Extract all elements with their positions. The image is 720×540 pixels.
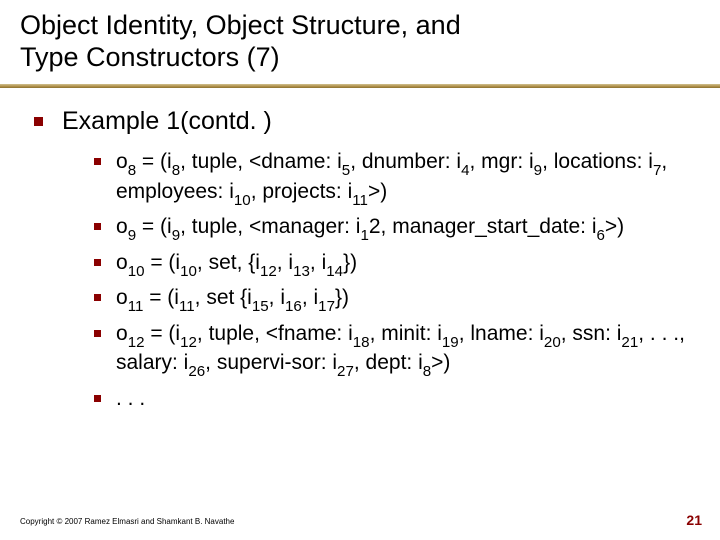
square-bullet-icon (94, 223, 101, 230)
item-text: o8 = (i8, tuple, <dname: i5, dnumber: i4… (116, 150, 667, 203)
square-bullet-icon (94, 158, 101, 165)
level2-list: o8 = (i8, tuple, <dname: i5, dnumber: i4… (62, 149, 700, 413)
level2-item: . . . (94, 386, 700, 413)
square-bullet-icon (94, 259, 101, 266)
level1-heading: Example 1(contd. ) (62, 107, 272, 135)
level2-item: o8 = (i8, tuple, <dname: i5, dnumber: i4… (94, 149, 700, 208)
square-bullet-icon (94, 330, 101, 337)
item-text: o9 = (i9, tuple, <manager: i12, manager_… (116, 215, 624, 238)
level2-item: o12 = (i12, tuple, <fname: i18, minit: i… (94, 321, 700, 380)
separator-bar (0, 84, 720, 88)
title-line-2: Type Constructors (7) (20, 42, 280, 72)
slide: Object Identity, Object Structure, and T… (0, 0, 720, 540)
item-text: o10 = (i10, set, {i12, i13, i14}) (116, 251, 357, 274)
level2-item: o9 = (i9, tuple, <manager: i12, manager_… (94, 214, 700, 244)
body-area: Example 1(contd. ) o8 = (i8, tuple, <dna… (0, 106, 720, 413)
item-text: . . . (116, 387, 145, 410)
square-bullet-icon (94, 395, 101, 402)
level1-list: Example 1(contd. ) o8 = (i8, tuple, <dna… (34, 106, 700, 413)
square-bullet-icon (94, 294, 101, 301)
title-area: Object Identity, Object Structure, and T… (0, 0, 720, 82)
slide-title: Object Identity, Object Structure, and T… (20, 10, 700, 74)
item-text: o11 = (i11, set {i15, i16, i17}) (116, 286, 349, 309)
item-text: o12 = (i12, tuple, <fname: i18, minit: i… (116, 322, 685, 375)
level1-item: Example 1(contd. ) o8 = (i8, tuple, <dna… (34, 106, 700, 413)
copyright-text: Copyright © 2007 Ramez Elmasri and Shamk… (20, 517, 234, 526)
square-bullet-icon (34, 117, 43, 126)
level2-item: o11 = (i11, set {i15, i16, i17}) (94, 285, 700, 315)
page-number: 21 (686, 512, 702, 528)
level2-item: o10 = (i10, set, {i12, i13, i14}) (94, 250, 700, 280)
title-line-1: Object Identity, Object Structure, and (20, 10, 461, 40)
